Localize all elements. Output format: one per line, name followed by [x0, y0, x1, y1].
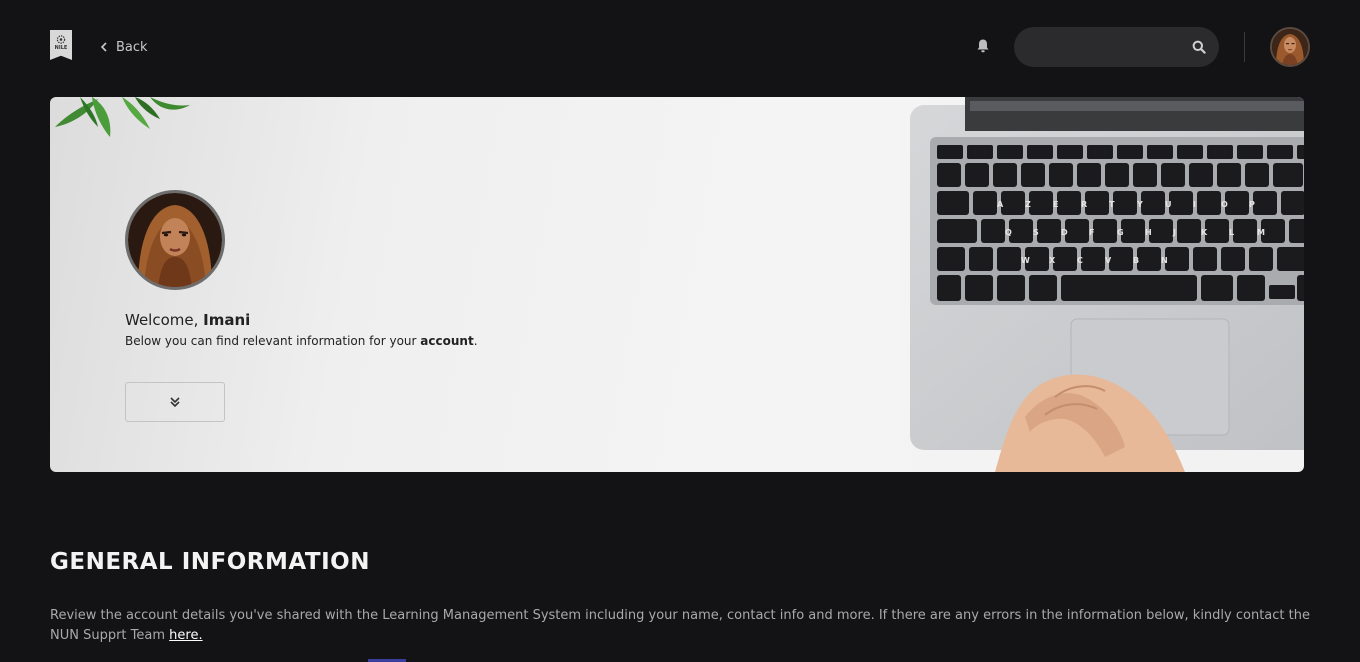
svg-text:R: R: [1081, 200, 1087, 209]
search-input[interactable]: [1014, 27, 1219, 67]
svg-text:Q: Q: [1005, 228, 1012, 237]
logo-icon[interactable]: NILE: [50, 30, 72, 60]
user-photo: [1272, 29, 1308, 65]
profile-avatar: [125, 190, 225, 290]
svg-text:O: O: [1221, 200, 1228, 209]
top-bar: NILE Back: [0, 0, 1360, 92]
back-label: Back: [116, 39, 148, 55]
svg-text:E: E: [1053, 200, 1058, 209]
subtext-bold: account: [420, 334, 474, 348]
laptop-illustration: A Z E R T Y U I O P Q S D F G H J K L M W X C V B N: [910, 97, 1304, 472]
expand-button[interactable]: [125, 382, 225, 422]
svg-text:K: K: [1201, 228, 1208, 237]
svg-text:W: W: [1021, 256, 1030, 265]
avatar[interactable]: [1270, 27, 1310, 67]
section-title: GENERAL INFORMATION: [50, 549, 370, 575]
logo-text: NILE: [54, 45, 68, 51]
svg-text:L: L: [1229, 228, 1234, 237]
back-link[interactable]: Back: [100, 38, 148, 56]
svg-text:B: B: [1133, 256, 1139, 265]
chevron-left-icon: [100, 42, 107, 52]
welcome-prefix: Welcome,: [125, 311, 199, 329]
subtext-prefix: Below you can find relevant information …: [125, 334, 417, 348]
welcome-subtext: Below you can find relevant information …: [125, 334, 478, 348]
support-link[interactable]: here.: [169, 628, 202, 643]
welcome-heading: Welcome, Imani: [125, 311, 250, 329]
search-icon[interactable]: [1192, 40, 1206, 54]
subtext-suffix: .: [473, 334, 478, 348]
svg-text:F: F: [1089, 228, 1094, 237]
section-text-body: Review the account details you've shared…: [50, 608, 1310, 643]
bell-icon[interactable]: [976, 38, 990, 54]
svg-text:N: N: [1161, 256, 1168, 265]
svg-text:G: G: [1117, 228, 1124, 237]
section-description: Review the account details you've shared…: [50, 606, 1310, 646]
svg-text:M: M: [1257, 228, 1265, 237]
svg-text:A: A: [997, 200, 1004, 209]
svg-text:C: C: [1077, 256, 1083, 265]
svg-text:V: V: [1105, 256, 1112, 265]
svg-text:X: X: [1049, 256, 1056, 265]
svg-text:J: J: [1172, 228, 1176, 237]
svg-text:D: D: [1061, 228, 1068, 237]
svg-text:Z: Z: [1025, 200, 1031, 209]
svg-text:S: S: [1033, 228, 1039, 237]
logo-emblem: [56, 35, 66, 44]
topbar-divider: [1244, 32, 1245, 62]
svg-text:U: U: [1165, 200, 1172, 209]
double-chevron-down-icon: [170, 397, 180, 408]
plant-decoration: [55, 97, 190, 137]
svg-text:I: I: [1193, 200, 1196, 209]
user-name: Imani: [203, 311, 251, 329]
user-photo-large: [128, 193, 222, 287]
svg-text:P: P: [1249, 200, 1255, 209]
hero-banner: A Z E R T Y U I O P Q S D F G H J K L M W X C V B N Welc…: [50, 97, 1304, 472]
svg-text:H: H: [1145, 228, 1152, 237]
svg-text:Y: Y: [1136, 200, 1143, 209]
svg-text:T: T: [1109, 200, 1115, 209]
